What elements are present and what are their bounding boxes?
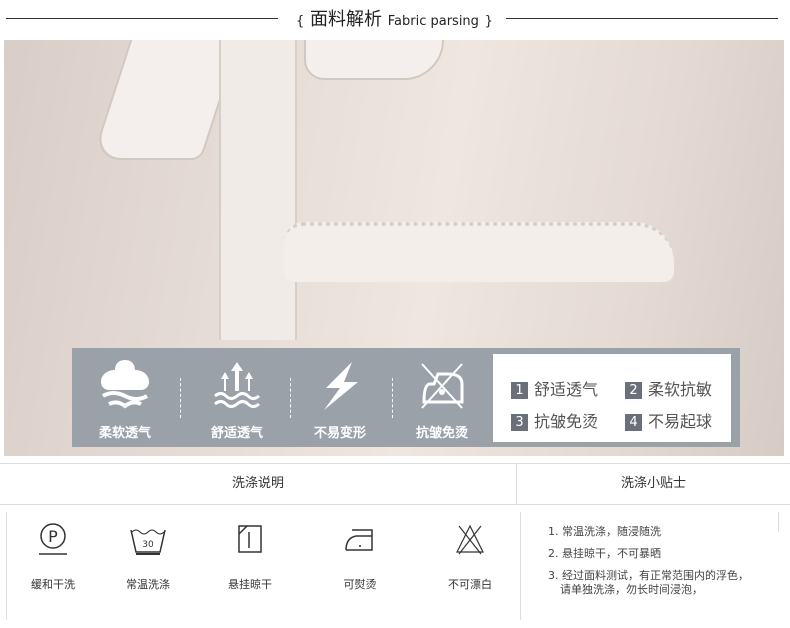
benefits-box: 1 舒适透气 2 柔软抗敏 3 抗皱免烫 4 不易起球	[493, 354, 731, 442]
no-bleach-icon	[456, 524, 484, 555]
shirt-placket	[219, 40, 297, 340]
section-header: { 面料解析 Fabric parsing }	[0, 0, 790, 38]
divider	[506, 18, 778, 19]
wash-tips-list: 1. 常温洗涤，随浸随洗 2. 悬挂晾干，不可暴晒 3. 经过面料测试，有正常范…	[548, 525, 749, 605]
tip-item: 2. 悬挂晾干，不可暴晒	[548, 547, 661, 560]
feature-shape: 不易变形	[290, 358, 390, 443]
separator	[180, 378, 181, 418]
tip-item: 请单独洗涤，勿长时间浸泡，	[560, 583, 703, 596]
divider	[6, 512, 7, 620]
care-item: 悬挂晾干	[205, 520, 295, 592]
care-item: 可熨烫	[315, 520, 405, 592]
care-table-header: 洗涤说明 洗涤小贴士	[0, 463, 790, 505]
iron-icon	[345, 529, 373, 551]
care-item: P 缓和干洗	[8, 520, 98, 592]
feature-band: 柔软透气 舒适透气 不易变形 抗皱免烫 1 舒适透气 2 柔软抗敏 3 抗皱免烫 4不…	[72, 348, 740, 447]
breathable-arrows-icon	[214, 362, 260, 408]
wash-instructions-header: 洗涤说明	[231, 476, 284, 491]
feature-soft: 柔软透气	[75, 358, 175, 443]
tip-item: 3. 经过面料测试，有正常范围内的浮色，	[548, 569, 749, 582]
no-iron-icon	[421, 363, 464, 409]
care-item: 不可漂白	[425, 520, 515, 592]
cotton-icon	[101, 360, 149, 409]
benefit-item: 3 抗皱免烫	[511, 408, 598, 432]
section-title: { 面料解析 Fabric parsing }	[296, 9, 493, 30]
benefit-item: 1 舒适透气	[511, 376, 598, 400]
feature-breathable: 舒适透气	[187, 358, 287, 443]
divider	[6, 18, 278, 19]
fabric-photo: 柔软透气 舒适透气 不易变形 抗皱免烫 1 舒适透气 2 柔软抗敏 3 抗皱免烫 4不…	[4, 40, 784, 456]
svg-text:30: 30	[142, 540, 154, 550]
dry-clean-p-icon: P	[39, 523, 67, 555]
care-item: 30 常温洗涤	[103, 520, 193, 592]
feature-no-iron: 抗皱免烫	[392, 358, 492, 443]
hang-dry-icon	[238, 525, 262, 553]
shirt-ruffle	[284, 222, 674, 282]
svg-text:P: P	[48, 527, 58, 546]
divider	[520, 512, 521, 620]
benefit-item: 2 柔软抗敏	[625, 376, 712, 400]
benefit-item: 4 不易起球	[625, 408, 712, 432]
lightning-icon	[324, 362, 358, 410]
tip-item: 1. 常温洗涤，随浸随洗	[548, 525, 661, 538]
wash-tips-header: 洗涤小贴士	[620, 476, 686, 491]
collar-right	[304, 40, 444, 80]
divider	[778, 512, 779, 532]
wash-30-icon: 30	[130, 529, 166, 555]
